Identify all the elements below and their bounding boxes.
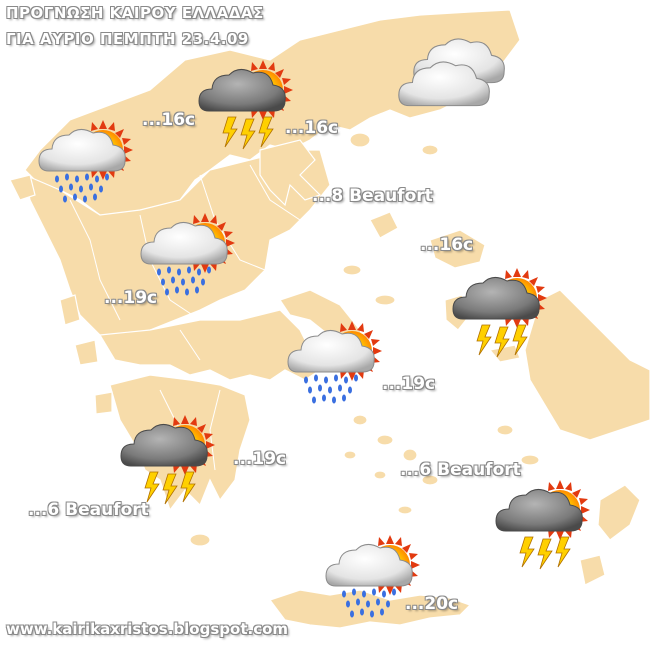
temp-label-central-west: ...19c (104, 288, 158, 308)
temp-label-aegean-central: ...19c (382, 374, 436, 394)
sun-cloud-storm-icon (495, 480, 590, 570)
forecast-date: ΓΙΑ ΑΥΡΙΟ ΠΕΜΠΤΗ 23.4.09 (6, 30, 249, 48)
temp-label-crete: ...20c (405, 594, 459, 614)
wind-label-south-aegean: ...6 Beaufort (400, 460, 521, 480)
weather-map: ΠΡΟΓΝΩΣΗ ΚΑΙΡΟΥ ΕΛΛΑΔΑΣ ΓΙΑ ΑΥΡΙΟ ΠΕΜΠΤΗ… (0, 0, 650, 650)
temp-label-chalkidiki: ...16c (285, 118, 339, 138)
temp-label-lesvos: ...16c (420, 235, 474, 255)
temp-label-macedonia-north: ...16c (142, 110, 196, 130)
land-mass (9, 9, 650, 629)
blog-url: www.kairikaxristos.blogspot.com (6, 620, 289, 638)
forecast-title: ΠΡΟΓΝΩΣΗ ΚΑΙΡΟΥ ΕΛΛΑΔΑΣ (6, 4, 264, 22)
wind-label-ionian: ...6 Beaufort (28, 500, 149, 520)
greece-map (9, 9, 650, 629)
temp-label-peloponnese: ...19c (233, 449, 287, 469)
wind-label-north-aegean: ...8 Beaufort (312, 186, 433, 206)
